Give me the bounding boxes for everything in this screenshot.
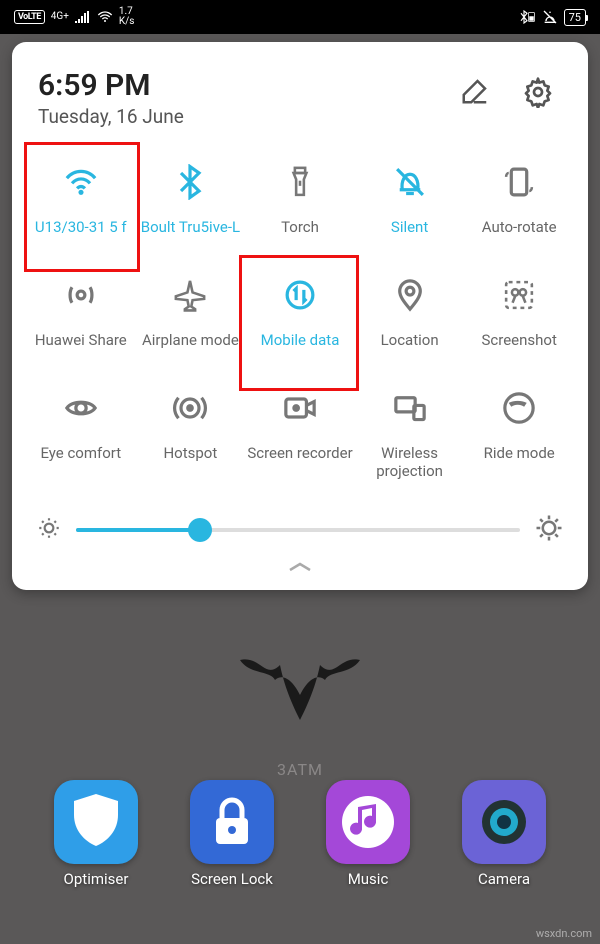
edit-icon xyxy=(460,76,490,106)
tile-label: Eye comfort xyxy=(40,444,121,463)
speed-indicator: 1.7 K/s xyxy=(119,7,135,27)
tile-label: Screen recorder xyxy=(247,444,352,463)
tile-airplane[interactable]: Airplane mode xyxy=(136,261,246,374)
silent-icon xyxy=(392,160,428,204)
wifi-icon xyxy=(63,160,99,204)
tile-label: Location xyxy=(381,331,439,350)
tile-label: Ride mode xyxy=(484,444,555,463)
app-label: Music xyxy=(348,870,389,888)
tile-bluetooth[interactable]: Boult Tru5ive-L xyxy=(136,148,246,261)
tile-wifi[interactable]: U13/30-31 5 f xyxy=(26,148,136,261)
tile-hotspot[interactable]: Hotspot xyxy=(136,374,246,506)
silent-icon xyxy=(542,9,558,25)
date-display: Tuesday, 16 June xyxy=(38,105,184,128)
tile-huaweishare[interactable]: Huawei Share xyxy=(26,261,136,374)
tile-label: Torch xyxy=(281,218,319,237)
eyecomfort-icon xyxy=(63,386,99,430)
wifi-icon xyxy=(97,11,113,23)
watermark: wsxdn.com xyxy=(536,927,592,940)
panel-handle[interactable] xyxy=(26,553,574,580)
tile-autorotate[interactable]: Auto-rotate xyxy=(464,148,574,261)
tile-label: Mobile data xyxy=(261,331,340,350)
edit-button[interactable] xyxy=(452,68,498,118)
autorotate-icon xyxy=(501,160,537,204)
app-label: Optimiser xyxy=(64,870,129,888)
tile-screenshot[interactable]: Screenshot xyxy=(464,261,574,374)
settings-button[interactable] xyxy=(514,68,562,120)
camera-icon xyxy=(462,780,546,864)
tile-mobiledata[interactable]: Mobile data xyxy=(245,261,355,374)
lock-icon xyxy=(190,780,274,864)
wallpaper-text: 3ATM xyxy=(277,760,323,779)
tile-silent[interactable]: Silent xyxy=(355,148,465,261)
signal-icon xyxy=(75,11,91,23)
tile-torch[interactable]: Torch xyxy=(245,148,355,261)
tiles-grid: U13/30-31 5 f Boult Tru5ive-L Torch Silent A… xyxy=(26,148,574,505)
volte-badge: VoLTE xyxy=(14,10,45,24)
projection-icon xyxy=(392,386,428,430)
tile-label: U13/30-31 5 f xyxy=(35,218,127,237)
brightness-thumb[interactable] xyxy=(188,518,212,542)
bluetooth-icon xyxy=(172,160,208,204)
tile-label: Auto-rotate xyxy=(482,218,557,237)
brightness-high-icon xyxy=(534,513,564,547)
tile-location[interactable]: Location xyxy=(355,261,465,374)
tile-ridemode[interactable]: Ride mode xyxy=(464,374,574,506)
location-icon xyxy=(392,273,428,317)
brightness-low-icon xyxy=(36,515,62,545)
bluetooth-battery-icon xyxy=(518,10,536,24)
status-left: VoLTE 4G+ 1.7 K/s xyxy=(14,7,134,27)
tile-label: Huawei Share xyxy=(35,331,127,350)
status-right: 75 xyxy=(518,9,586,26)
tile-screenrec[interactable]: Screen recorder xyxy=(245,374,355,506)
app-label: Screen Lock xyxy=(191,870,273,888)
battery-indicator: 75 xyxy=(564,9,586,26)
wallpaper-bat-icon xyxy=(230,650,370,730)
hotspot-icon xyxy=(172,386,208,430)
app-music[interactable]: Music xyxy=(326,780,410,888)
tile-label: Wireless projection xyxy=(357,444,463,482)
brightness-slider[interactable] xyxy=(26,505,574,553)
music-icon xyxy=(326,780,410,864)
quick-settings-panel: 6:59 PM Tuesday, 16 June U13/30-31 5 f Bo… xyxy=(12,42,588,590)
tile-label: Hotspot xyxy=(163,444,217,463)
status-bar: VoLTE 4G+ 1.7 K/s 75 xyxy=(0,0,600,34)
app-camera[interactable]: Camera xyxy=(462,780,546,888)
clock-block: 6:59 PM Tuesday, 16 June xyxy=(38,68,184,128)
screenshot-icon xyxy=(501,273,537,317)
huaweishare-icon xyxy=(63,273,99,317)
tile-label: Boult Tru5ive-L xyxy=(141,218,240,237)
tile-projection[interactable]: Wireless projection xyxy=(355,374,465,506)
chevron-up-icon xyxy=(286,560,314,574)
mobiledata-icon xyxy=(282,273,318,317)
screenrec-icon xyxy=(282,386,318,430)
network-type: 4G+ xyxy=(51,12,69,22)
tile-label: Silent xyxy=(391,218,428,237)
ridemode-icon xyxy=(501,386,537,430)
time-display: 6:59 PM xyxy=(38,68,184,103)
brightness-fill xyxy=(76,528,200,532)
gear-icon xyxy=(522,76,554,108)
tile-label: Airplane mode xyxy=(142,331,239,350)
dock: Optimiser Screen Lock Music Camera xyxy=(0,780,600,888)
panel-header: 6:59 PM Tuesday, 16 June xyxy=(26,68,574,148)
app-label: Camera xyxy=(478,870,530,888)
shield-icon xyxy=(54,780,138,864)
tile-label: Screenshot xyxy=(482,331,557,350)
tile-eyecomfort[interactable]: Eye comfort xyxy=(26,374,136,506)
app-shield[interactable]: Optimiser xyxy=(54,780,138,888)
torch-icon xyxy=(282,160,318,204)
app-lock[interactable]: Screen Lock xyxy=(190,780,274,888)
brightness-track[interactable] xyxy=(76,528,520,532)
airplane-icon xyxy=(172,273,208,317)
